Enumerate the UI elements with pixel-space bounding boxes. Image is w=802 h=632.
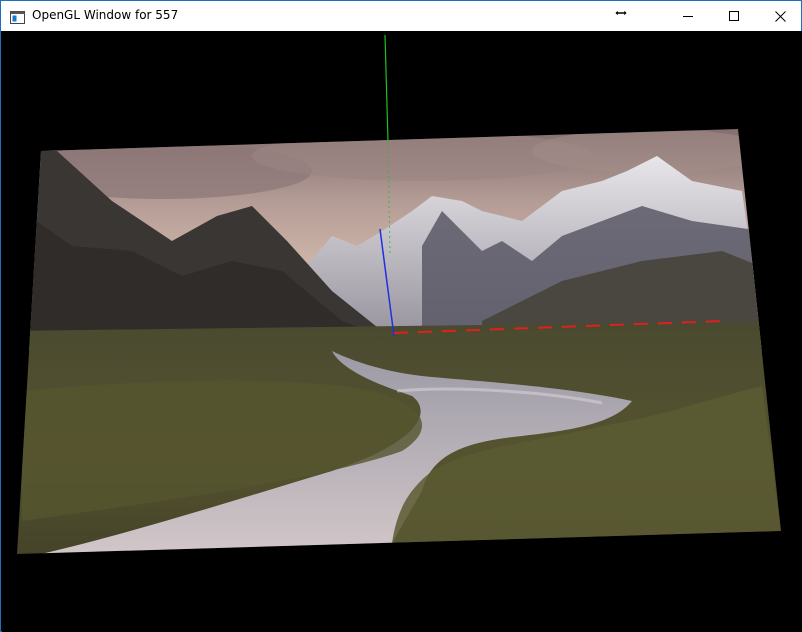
console-app-icon <box>10 9 25 24</box>
close-icon <box>774 10 786 22</box>
close-button[interactable] <box>757 1 802 31</box>
landscape-texture <box>17 129 781 554</box>
minimize-icon <box>683 11 693 21</box>
maximize-icon <box>729 11 739 21</box>
opengl-window: OpenGL Window for 557 <box>0 0 802 632</box>
horizontal-resize-cursor-icon <box>614 5 628 19</box>
rendered-scene <box>17 34 781 554</box>
window-title: OpenGL Window for 557 <box>32 8 179 22</box>
opengl-viewport[interactable] <box>2 31 802 632</box>
maximize-button[interactable] <box>711 1 757 31</box>
y-axis-line <box>384 34 389 142</box>
minimize-button[interactable] <box>665 1 711 31</box>
title-bar[interactable]: OpenGL Window for 557 <box>1 1 801 31</box>
